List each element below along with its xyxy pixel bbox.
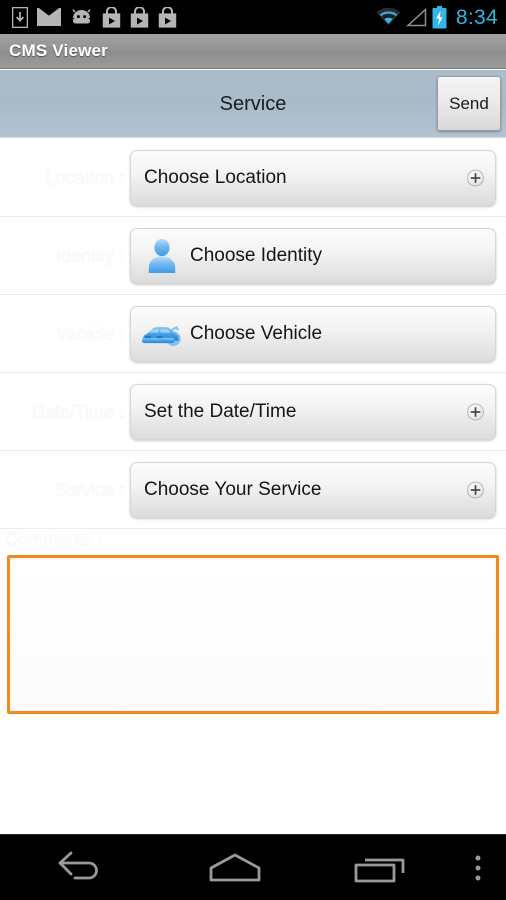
form-row-identity: Identity : Choose Identity <box>0 217 506 295</box>
choose-vehicle-button[interactable]: Choose Vehicle <box>130 306 496 362</box>
system-navigation-bar <box>0 834 506 900</box>
choose-service-button[interactable]: Choose Your Service <box>130 462 496 518</box>
home-icon <box>209 853 261 881</box>
play-store-icon <box>130 6 149 28</box>
comments-field-wrapper[interactable] <box>7 555 499 714</box>
android-screen: 8:34 CMS Viewer Service Send Location : … <box>0 0 506 900</box>
choose-service-label: Choose Your Service <box>144 479 322 500</box>
set-datetime-button[interactable]: Set the Date/Time <box>130 384 496 440</box>
back-icon <box>58 851 98 879</box>
wifi-icon <box>376 7 401 25</box>
plus-icon[interactable] <box>467 403 484 421</box>
car-icon <box>140 312 184 356</box>
form-label-datetime: Date/Time : <box>31 401 124 422</box>
play-store-icon <box>158 6 177 28</box>
choose-location-button[interactable]: Choose Location <box>130 150 496 206</box>
form-label-location: Location : <box>45 167 124 188</box>
choose-vehicle-label: Choose Vehicle <box>190 323 323 344</box>
mail-icon <box>37 8 61 26</box>
overflow-menu-icon <box>475 855 481 880</box>
overflow-menu-button[interactable] <box>450 835 506 900</box>
set-datetime-label: Set the Date/Time <box>144 401 297 422</box>
app-title: CMS Viewer <box>9 41 109 60</box>
page-header: Service Send <box>0 70 506 138</box>
form-row-vehicle: Vehicle : Choose Vehicle <box>0 295 506 373</box>
form-label-service: Service : <box>53 479 124 500</box>
send-button[interactable]: Send <box>437 76 501 131</box>
form-row-datetime: Date/Time : Set the Date/Time <box>0 373 506 451</box>
status-bar: 8:34 <box>0 0 506 34</box>
choose-identity-button[interactable]: Choose Identity <box>130 228 496 284</box>
signal-icon <box>405 7 427 26</box>
app-title-bar: CMS Viewer <box>0 34 506 69</box>
home-button[interactable] <box>160 835 310 900</box>
service-form: Location : Choose Location Identity : Ch… <box>0 139 506 529</box>
plus-icon[interactable] <box>467 169 484 187</box>
page-title: Service <box>219 92 287 115</box>
form-label-vehicle: Vehicle : <box>55 323 124 344</box>
download-icon <box>12 6 28 28</box>
choose-location-label: Choose Location <box>144 167 287 188</box>
play-store-icon <box>102 6 121 28</box>
recent-apps-icon <box>354 858 405 882</box>
back-button[interactable] <box>0 835 160 900</box>
status-bar-clock: 8:34 <box>455 5 498 29</box>
comments-input[interactable] <box>10 558 496 711</box>
choose-identity-label: Choose Identity <box>190 245 323 266</box>
form-row-location: Location : Choose Location <box>0 139 506 217</box>
comments-label: Comments : <box>5 529 103 549</box>
status-bar-system-icons: 8:34 <box>376 5 498 29</box>
form-row-service: Service : Choose Your Service <box>0 451 506 529</box>
recent-apps-button[interactable] <box>310 835 450 900</box>
plus-icon[interactable] <box>467 481 484 499</box>
person-icon <box>140 234 184 278</box>
battery-charging-icon <box>432 5 447 28</box>
form-label-identity: Identity : <box>55 245 124 266</box>
status-bar-notification-icons <box>12 6 376 28</box>
android-robot-icon <box>72 8 91 23</box>
